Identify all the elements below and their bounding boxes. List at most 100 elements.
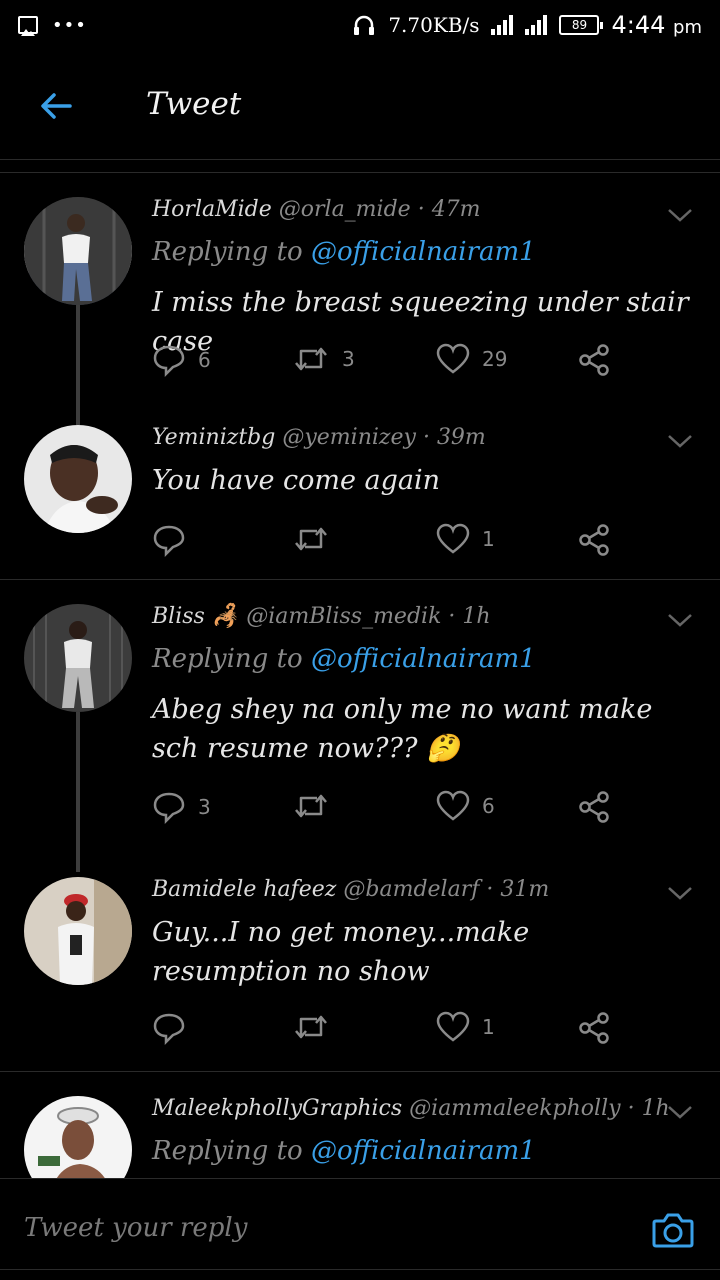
retweet-button[interactable]: 3 <box>292 343 355 375</box>
tweet-thread[interactable]: HorlaMide @orla_mide · 47m Replying to @… <box>0 172 720 1178</box>
username[interactable]: @yeminizey <box>282 425 416 450</box>
clock: 4:44 pm <box>611 11 702 39</box>
retweet-button[interactable] <box>292 790 342 822</box>
thread-connector <box>76 712 80 872</box>
heart-icon <box>436 1011 470 1042</box>
share-button[interactable] <box>578 523 612 557</box>
mention-link[interactable]: @officialnairam1 <box>311 1136 536 1166</box>
mention-link[interactable]: @officialnairam1 <box>311 237 536 267</box>
top-app-bar: Tweet <box>0 50 720 160</box>
share-button[interactable] <box>578 790 612 824</box>
retweet-button[interactable] <box>292 523 342 555</box>
reply-button[interactable]: 3 <box>152 790 211 824</box>
reply-button[interactable] <box>152 1011 198 1045</box>
reply-icon <box>153 1013 185 1045</box>
like-button[interactable]: 1 <box>436 523 495 555</box>
timestamp: 31m <box>500 877 550 902</box>
reply-button[interactable] <box>152 523 198 557</box>
username[interactable]: @orla_mide <box>279 197 411 222</box>
heart-icon <box>436 343 470 374</box>
tweet-header: Yeminiztbg @yeminizey · 39m <box>152 425 486 450</box>
arrow-left-icon <box>41 93 72 119</box>
share-icon <box>579 344 609 376</box>
name-emoji: 🦂 <box>211 604 240 629</box>
headphones-icon <box>354 15 375 35</box>
tweet-header: MaleekphollyGraphics @iammaleekpholly · … <box>152 1096 670 1121</box>
avatar[interactable] <box>24 877 132 985</box>
share-icon <box>579 524 609 556</box>
share-button[interactable] <box>578 1011 612 1045</box>
more-notifications-icon: ••• <box>52 14 87 36</box>
retweet-icon <box>295 347 327 371</box>
like-button[interactable]: 1 <box>436 1011 495 1043</box>
chevron-down-icon[interactable] <box>666 610 694 630</box>
back-button[interactable] <box>36 86 76 126</box>
like-count: 1 <box>482 527 495 551</box>
like-count: 29 <box>482 347 508 371</box>
mention-link[interactable]: @officialnairam1 <box>311 644 536 674</box>
display-name[interactable]: Bliss <box>152 604 205 629</box>
tweet-actions: 6 3 29 <box>152 343 632 383</box>
avatar[interactable] <box>24 1096 132 1178</box>
username[interactable]: @iamBliss_medik <box>246 604 441 629</box>
tweet-actions: 1 <box>152 1011 632 1051</box>
camera-icon <box>652 1213 694 1248</box>
like-count: 6 <box>482 794 495 818</box>
tweet-text: Abeg shey na only me no want make sch re… <box>152 694 653 764</box>
username[interactable]: @iammaleekpholly <box>409 1096 620 1121</box>
avatar[interactable] <box>24 197 132 305</box>
tweet-text: You have come again <box>152 465 441 496</box>
tweet-header: Bliss 🦂 @iamBliss_medik · 1h <box>152 604 491 629</box>
reply-icon <box>153 525 185 557</box>
display-name[interactable]: MaleekphollyGraphics <box>152 1096 402 1121</box>
reply-icon <box>153 792 185 824</box>
username[interactable]: @bamdelarf <box>343 877 479 902</box>
display-name[interactable]: Bamidele hafeez <box>152 877 336 902</box>
tweet-header: Bamidele hafeez @bamdelarf · 31m <box>152 877 550 902</box>
replying-to: Replying to @officialnairam1 <box>152 644 536 674</box>
avatar[interactable] <box>24 425 132 533</box>
replying-to: Replying to @officialnairam1 <box>152 237 536 267</box>
chevron-down-icon[interactable] <box>666 1102 694 1122</box>
timestamp: 47m <box>431 197 481 222</box>
timestamp: 39m <box>436 425 486 450</box>
retweet-icon <box>295 1015 327 1039</box>
tweet-item[interactable]: MaleekphollyGraphics @iammaleekpholly · … <box>0 1072 720 1178</box>
retweet-button[interactable] <box>292 1011 342 1043</box>
heart-icon <box>436 790 470 821</box>
chevron-down-icon[interactable] <box>666 205 694 225</box>
tweet-item[interactable]: Bamidele hafeez @bamdelarf · 31m Guy...I… <box>0 853 720 1071</box>
battery-icon: 89 <box>559 15 604 35</box>
share-icon <box>579 791 609 823</box>
reply-count: 3 <box>198 795 211 819</box>
signal-sim2-icon <box>525 15 548 35</box>
tweet-item[interactable]: Yeminiztbg @yeminizey · 39m You have com… <box>0 403 720 579</box>
heart-icon <box>436 523 470 554</box>
reply-count: 6 <box>198 348 211 372</box>
share-icon <box>579 1012 609 1044</box>
retweet-icon <box>295 527 327 551</box>
avatar[interactable] <box>24 604 132 712</box>
reply-button[interactable]: 6 <box>152 343 211 377</box>
share-button[interactable] <box>578 343 612 377</box>
replying-to: Replying to @officialnairam1 <box>152 1136 536 1166</box>
reply-input[interactable]: Tweet your reply <box>24 1213 247 1243</box>
like-button[interactable]: 29 <box>436 343 507 375</box>
tweet-item[interactable]: Bliss 🦂 @iamBliss_medik · 1h Replying to… <box>0 580 720 872</box>
status-bar: ••• 7.70KB/s 89 4:44 pm <box>0 0 720 50</box>
like-count: 1 <box>482 1015 495 1039</box>
like-button[interactable]: 6 <box>436 790 495 822</box>
battery-level: 89 <box>571 18 588 32</box>
tweet-header: HorlaMide @orla_mide · 47m <box>152 197 481 222</box>
chevron-down-icon[interactable] <box>666 883 694 903</box>
reply-bar: Tweet your reply <box>0 1178 720 1280</box>
network-speed: 7.70KB/s <box>388 13 480 37</box>
retweet-icon <box>295 794 327 818</box>
display-name[interactable]: Yeminiztbg <box>152 425 275 450</box>
tweet-item[interactable]: HorlaMide @orla_mide · 47m Replying to @… <box>0 173 720 425</box>
tweet-actions: 3 6 <box>152 790 632 830</box>
chevron-down-icon[interactable] <box>666 431 694 451</box>
camera-button[interactable] <box>652 1211 694 1249</box>
divider <box>0 1269 720 1270</box>
display-name[interactable]: HorlaMide <box>152 197 272 222</box>
